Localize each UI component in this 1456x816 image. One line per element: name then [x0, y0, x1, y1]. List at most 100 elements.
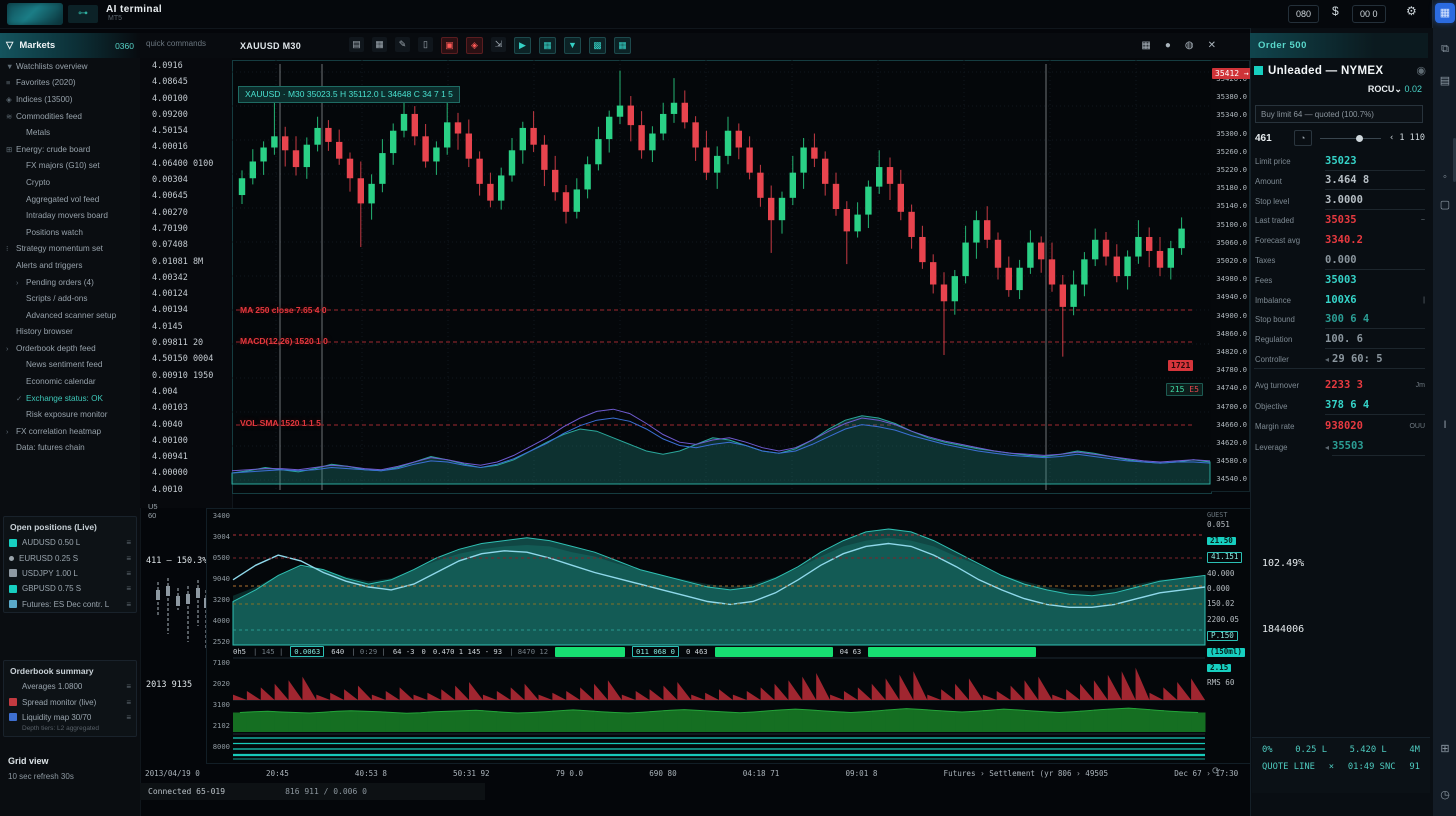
position-row[interactable]: Futures: ES Dec contr. L≡: [4, 597, 136, 612]
quote-value[interactable]: 4.00100: [140, 91, 232, 107]
field-value[interactable]: 100X6: [1325, 292, 1419, 309]
order-panel-header[interactable]: Order 500: [1250, 33, 1428, 58]
sidebar-item[interactable]: Data: futures chain: [0, 440, 140, 457]
restore-icon[interactable]: ◍: [1185, 40, 1194, 51]
quote-value[interactable]: 4.00194: [140, 302, 232, 318]
quantity-value[interactable]: 461: [1255, 133, 1272, 144]
row-menu-icon[interactable]: ≡: [126, 538, 131, 547]
summary-row[interactable]: Spread monitor (live)≡: [4, 694, 136, 709]
quote-value[interactable]: 4.00100: [140, 433, 232, 449]
text-cursor-icon[interactable]: I: [1436, 416, 1454, 434]
quote-value[interactable]: 0.07408: [140, 237, 232, 253]
field-value[interactable]: 378 6 4: [1325, 397, 1425, 415]
quote-value[interactable]: 4.00124: [140, 286, 232, 302]
quote-value[interactable]: 4.00016: [140, 139, 232, 155]
field-value[interactable]: 2233 3: [1325, 377, 1412, 394]
field-value[interactable]: 35023: [1325, 153, 1425, 171]
quote-value[interactable]: 4.004: [140, 384, 232, 400]
quote-value[interactable]: 0.01081 8M: [140, 254, 232, 270]
quote-value[interactable]: 4.50154: [140, 123, 232, 139]
quote-value[interactable]: 0.00910 1950: [140, 368, 232, 384]
minimize-icon[interactable]: ●: [1165, 40, 1171, 51]
sidebar-item[interactable]: Alerts and triggers: [0, 257, 140, 274]
row-menu-icon[interactable]: ≡: [126, 600, 131, 609]
quote-value[interactable]: 4.0040: [140, 417, 232, 433]
alert-icon[interactable]: ▣: [441, 37, 458, 54]
gear-icon[interactable]: ⚙: [1406, 4, 1417, 18]
field-value[interactable]: 3.464 8: [1325, 172, 1425, 190]
field-value[interactable]: 3340.2: [1325, 232, 1425, 249]
layout-grid-icon[interactable]: ▦: [1141, 40, 1150, 51]
sidebar-item[interactable]: Economic calendar: [0, 373, 140, 390]
row-menu-icon[interactable]: ≡: [126, 682, 131, 691]
field-value[interactable]: 35003: [1325, 272, 1425, 289]
quantity-slider[interactable]: [1320, 138, 1381, 139]
sidebar-item[interactable]: ≡Favorites (2020): [0, 75, 140, 92]
instrument-info-icon[interactable]: ◉: [1416, 64, 1426, 77]
app-corner-icon[interactable]: ▦: [1435, 3, 1455, 23]
indicator-2-icon[interactable]: ▦: [539, 37, 556, 54]
quote-value[interactable]: 4.50150 0004: [140, 351, 232, 367]
sell-icon[interactable]: ◈: [466, 37, 483, 54]
position-row[interactable]: GBPUSD 0.75 S≡: [4, 581, 136, 596]
summary-row[interactable]: Liquidity map 30/70≡: [4, 710, 136, 725]
quote-value[interactable]: 4.0010: [140, 482, 232, 498]
quote-value[interactable]: 4.00645: [140, 188, 232, 204]
dollar-icon[interactable]: $: [1332, 4, 1339, 18]
summary-row[interactable]: Averages 1.0800≡: [4, 679, 136, 694]
position-row[interactable]: EURUSD 0.25 S≡: [4, 550, 136, 565]
sidebar-item[interactable]: ›Pending orders (4): [0, 274, 140, 291]
field-value[interactable]: 3.0000: [1325, 192, 1425, 210]
refresh-icon[interactable]: ⟳: [1212, 766, 1220, 777]
quote-value[interactable]: 0.09811 20: [140, 335, 232, 351]
decrement-arrow-icon[interactable]: ◂: [1325, 355, 1329, 364]
dial-icon[interactable]: ◔: [1294, 130, 1312, 146]
indicator-4-icon[interactable]: ▦: [614, 37, 631, 54]
quote-value[interactable]: 4.70190: [140, 221, 232, 237]
row-menu-icon[interactable]: ≡: [126, 584, 131, 593]
grid-view-label[interactable]: Grid view: [8, 756, 49, 766]
markets-header[interactable]: ▽ Markets 0360: [0, 33, 140, 58]
sidebar-item[interactable]: Positions watch: [0, 224, 140, 241]
buy-marker-icon[interactable]: ▼: [564, 37, 581, 54]
quote-value[interactable]: 4.00270: [140, 205, 232, 221]
quantity-stepper[interactable]: ‹ 1 110: [1389, 133, 1425, 143]
candlestick-chart[interactable]: [232, 60, 1210, 492]
quote-value[interactable]: 4.00103: [140, 400, 232, 416]
price-axis[interactable]: 35420.035380.035340.035300.035260.035220…: [1211, 60, 1250, 492]
row-menu-icon[interactable]: ≡: [126, 698, 131, 707]
indicator-3-icon[interactable]: ▩: [589, 37, 606, 54]
copy-icon[interactable]: ⧉: [1436, 40, 1454, 58]
quote-value[interactable]: 4.08645: [140, 74, 232, 90]
counter-badge-left[interactable]: 080: [1288, 5, 1319, 23]
sidebar-item[interactable]: News sentiment feed: [0, 357, 140, 374]
sidebar-item[interactable]: Metals: [0, 124, 140, 141]
sidebar-item[interactable]: ◈Indices (13500): [0, 91, 140, 108]
sidebar-item[interactable]: Intraday movers board: [0, 207, 140, 224]
panel-icon[interactable]: ▤: [1436, 72, 1454, 90]
dot-icon[interactable]: ◦: [1436, 168, 1454, 186]
quote-value[interactable]: 4.00342: [140, 270, 232, 286]
field-value[interactable]: 29 60: 5: [1332, 351, 1425, 369]
sidebar-item[interactable]: ⁝Strategy momentum set: [0, 241, 140, 258]
quote-value[interactable]: 4.00000: [140, 465, 232, 481]
time-axis[interactable]: 2013/04/19 020:4540:53 850:31 9279 0.069…: [145, 766, 1430, 780]
expand-icon[interactable]: ⇲: [491, 37, 506, 52]
row-menu-icon[interactable]: ≡: [126, 554, 131, 563]
sidebar-item[interactable]: Crypto: [0, 174, 140, 191]
counter-badge-right[interactable]: 00 0: [1352, 5, 1386, 23]
field-value[interactable]: 0.000: [1325, 252, 1425, 270]
sidebar-item[interactable]: Scripts / add-ons: [0, 290, 140, 307]
order-type-input[interactable]: Buy limit 64 — quoted (100.7%): [1255, 105, 1423, 123]
decrement-arrow-icon[interactable]: ◂: [1325, 443, 1329, 452]
sidebar-item[interactable]: Aggregated vol feed: [0, 191, 140, 208]
sidebar-item[interactable]: ≋Commodities feed: [0, 108, 140, 125]
draw-icon[interactable]: ✎: [395, 37, 410, 52]
sidebar-item[interactable]: ✓Exchange status: OK: [0, 390, 140, 407]
indicator-1-icon[interactable]: ▶: [514, 37, 531, 54]
quote-value[interactable]: 4.00941: [140, 449, 232, 465]
row-menu-icon[interactable]: ≡: [126, 569, 131, 578]
windows-icon[interactable]: ⊞: [1436, 740, 1454, 758]
quote-value[interactable]: 4.0145: [140, 319, 232, 335]
clock-icon[interactable]: ◷: [1436, 786, 1454, 804]
